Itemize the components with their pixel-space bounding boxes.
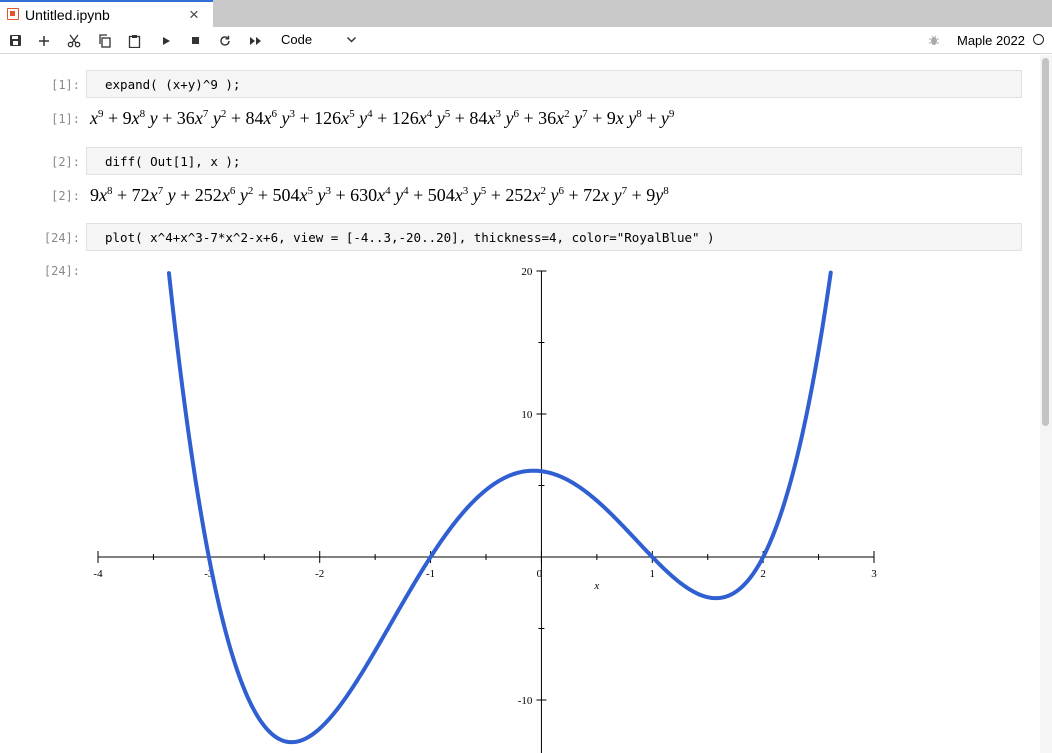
- chevron-down-icon[interactable]: [346, 34, 357, 45]
- output-prompt: [1]:: [51, 112, 80, 126]
- y-tick-label: -10: [518, 695, 533, 707]
- paste-icon: [128, 34, 140, 48]
- run-button[interactable]: [155, 27, 177, 54]
- kernel-status-icon: [1033, 34, 1044, 45]
- tab-bar: Untitled.ipynb ×: [0, 0, 1052, 27]
- cut-button[interactable]: [63, 27, 85, 54]
- tab-title: Untitled.ipynb: [25, 7, 110, 23]
- input-prompt: [24]:: [43, 231, 80, 245]
- tab-untitled-notebook[interactable]: Untitled.ipynb ×: [0, 0, 213, 27]
- code-cell-input[interactable]: diff( Out[1], x );: [86, 147, 1022, 175]
- x-tick-label: 2: [760, 568, 766, 580]
- math-output-expand: x9 + 9x8 y + 36x7 y2 + 84x6 y3 + 126x5 y…: [90, 108, 675, 128]
- x-tick-label: -4: [93, 568, 103, 580]
- debugger-bug-icon[interactable]: [928, 34, 940, 46]
- x-tick-label: 0: [537, 568, 543, 580]
- restart-button[interactable]: [214, 27, 236, 54]
- cut-icon: [67, 34, 81, 47]
- add-cell-button[interactable]: [33, 27, 55, 54]
- output-prompt: [24]:: [43, 264, 80, 278]
- code-cell-input[interactable]: expand( (x+y)^9 );: [86, 70, 1022, 98]
- run-icon: [163, 36, 170, 45]
- save-button[interactable]: [4, 27, 26, 54]
- copy-button[interactable]: [93, 27, 115, 54]
- fast-forward-icon: [249, 36, 261, 45]
- kernel-name[interactable]: Maple 2022: [957, 33, 1025, 48]
- x-axis-label: x: [593, 580, 599, 592]
- code-cell-input[interactable]: plot( x^4+x^3-7*x^2-x+6, view = [-4..3,-…: [86, 223, 1022, 251]
- math-output-diff: 9x8 + 72x7 y + 252x6 y2 + 504x5 y3 + 630…: [90, 185, 669, 205]
- x-tick-label: 1: [650, 568, 656, 580]
- save-icon: [9, 35, 21, 46]
- output-prompt: [2]:: [51, 189, 80, 203]
- input-prompt: [1]:: [51, 78, 80, 92]
- y-tick-label: 20: [521, 266, 533, 278]
- restart-run-all-button[interactable]: [244, 27, 266, 54]
- stop-icon: [191, 37, 199, 44]
- x-tick-label: -2: [315, 568, 324, 580]
- y-tick-label: 10: [521, 409, 533, 421]
- function-plot: -4 -3 -2 -1 0 1 2 3x2010-10: [93, 266, 877, 753]
- restart-icon: [220, 35, 230, 46]
- notebook-logo-icon: [7, 8, 19, 20]
- notebook-toolbar: Code Maple 2022: [0, 27, 1052, 54]
- stop-button[interactable]: [184, 27, 206, 54]
- x-tick-label: 3: [871, 568, 877, 580]
- paste-button[interactable]: [123, 27, 145, 54]
- x-tick-label: -1: [426, 568, 435, 580]
- plot-curve: [166, 270, 833, 745]
- copy-icon: [98, 33, 111, 48]
- scrollbar-thumb[interactable]: [1042, 58, 1049, 426]
- close-tab-icon[interactable]: ×: [189, 5, 199, 25]
- cell-type-select[interactable]: Code: [281, 32, 312, 47]
- input-prompt: [2]:: [51, 155, 80, 169]
- add-icon: [39, 35, 49, 46]
